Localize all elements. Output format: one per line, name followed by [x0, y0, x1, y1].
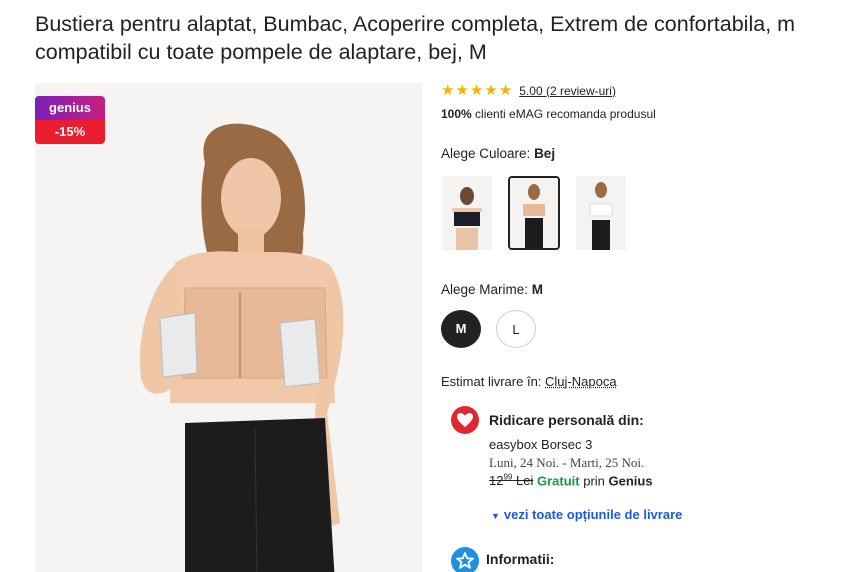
star-badge-icon: [451, 547, 479, 572]
all-options-label: vezi toate opțiunile de livrare: [503, 507, 683, 522]
swatch-image: [510, 178, 558, 248]
star-icon: ★: [498, 82, 513, 99]
size-selected: M: [531, 282, 544, 297]
swatch-image: [442, 176, 492, 250]
size-option-l[interactable]: L: [496, 310, 536, 348]
star-icon: ★: [455, 82, 469, 99]
caret-down-icon: ▼: [491, 511, 500, 521]
size-option-m[interactable]: M: [441, 310, 481, 348]
genius-text: Genius: [608, 473, 653, 489]
color-swatch-negru[interactable]: [442, 176, 492, 250]
old-price-dec: 99: [503, 473, 513, 482]
heart-icon: [451, 406, 479, 434]
size-label: Alege Marime: M: [441, 282, 543, 297]
free-label: Gratuit: [536, 473, 580, 489]
color-swatch-bej[interactable]: [508, 176, 560, 250]
delivery-label: Estimat livrare în:: [441, 374, 546, 389]
pickup-date: Luni, 24 Noi. - Marti, 25 Noi.: [489, 455, 645, 470]
color-label-text: Alege Culoare:: [441, 146, 535, 161]
rating-row[interactable]: ★ ★ ★ ★ ★ 5.00 (2 review-uri): [441, 83, 616, 98]
rating-stars: ★ ★ ★ ★ ★: [441, 83, 512, 98]
old-price-int: 12: [489, 473, 504, 489]
pickup-title: Ridicare personală din:: [489, 412, 644, 428]
delivery-estimate: Estimat livrare în: Cluj-Napoca: [441, 374, 617, 389]
star-icon: ★: [441, 82, 455, 99]
genius-label: genius: [35, 96, 105, 120]
genius-discount-badge: genius -15%: [35, 96, 105, 144]
discount-label: -15%: [35, 120, 105, 144]
star-icon: ★: [469, 82, 484, 99]
pickup-location: easybox Borsec 3: [489, 437, 593, 452]
star-icon: ★: [484, 82, 498, 99]
old-price-currency: Lei: [516, 473, 534, 489]
delivery-city-link[interactable]: Cluj-Napoca: [545, 374, 617, 389]
product-photo[interactable]: [35, 83, 422, 572]
color-label: Alege Culoare: Bej: [441, 146, 555, 161]
via-text: prin: [579, 473, 609, 489]
rating-link[interactable]: 5.00 (2 review-uri): [519, 84, 616, 98]
size-label-text: Alege Marime:: [441, 282, 532, 297]
info-title: Informatii:: [486, 551, 555, 567]
all-delivery-options-link[interactable]: ▼ vezi toate opțiunile de livrare: [491, 507, 682, 522]
old-price: 1299 Lei: [489, 473, 533, 488]
color-selected: Bej: [534, 146, 556, 161]
recommend-percent: 100%: [441, 107, 472, 121]
swatch-image: [576, 176, 626, 250]
product-gallery[interactable]: genius -15%: [35, 83, 422, 572]
product-details: ★ ★ ★ ★ ★ 5.00 (2 review-uri) 100% clien…: [441, 0, 845, 572]
color-swatch-alb[interactable]: [576, 176, 626, 250]
pickup-price: 1299 Lei Gratuit prin Genius: [489, 473, 653, 488]
recommend-rest: clienti eMAG recomanda produsul: [471, 107, 656, 121]
recommend-text: 100% clienti eMAG recomanda produsul: [441, 107, 656, 121]
